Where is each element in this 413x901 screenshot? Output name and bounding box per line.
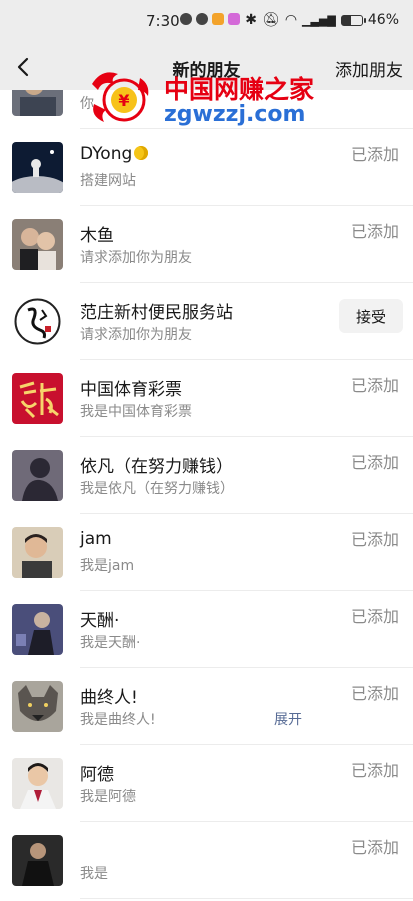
- friend-name: jam: [80, 529, 112, 549]
- avatar: [12, 373, 63, 424]
- app2-notification-icon: [228, 13, 240, 25]
- list-item[interactable]: jam 我是jam 已添加: [0, 514, 413, 591]
- avatar: [12, 604, 63, 655]
- divider: [80, 898, 413, 899]
- list-item[interactable]: 木鱼 请求添加你为朋友 已添加: [0, 206, 413, 283]
- friend-name: 天酬·: [80, 611, 120, 631]
- request-message: 我是jam: [80, 558, 135, 574]
- mute-icon: 🔕︎: [262, 12, 280, 28]
- friend-name: 依凡（在努力赚钱）: [80, 457, 233, 477]
- added-status: 已添加: [350, 145, 399, 164]
- avatar: [12, 296, 63, 347]
- added-status: 已添加: [350, 453, 399, 472]
- avatar: [12, 142, 63, 193]
- added-status: 已添加: [350, 684, 399, 703]
- list-item[interactable]: 天酬· 我是天酬· 已添加: [0, 591, 413, 668]
- expand-link[interactable]: 展开: [274, 709, 302, 729]
- request-message: 请求添加你为朋友: [80, 327, 192, 343]
- avatar: [12, 90, 63, 116]
- added-status: 已添加: [350, 530, 399, 549]
- accept-button[interactable]: 接受: [339, 299, 403, 333]
- list-item[interactable]: 你: [0, 90, 413, 129]
- added-status: 已添加: [350, 376, 399, 395]
- list-item[interactable]: 范庄新村便民服务站 请求添加你为朋友 接受: [0, 283, 413, 360]
- qq-notification-icon: [196, 13, 208, 25]
- request-message: 我是中国体育彩票: [80, 404, 192, 420]
- request-message: 我是阿德: [80, 789, 136, 805]
- status-time: 7:30: [146, 12, 180, 30]
- battery-icon: [340, 14, 366, 26]
- friend-name: 范庄新村便民服务站: [80, 303, 233, 323]
- request-message: 我是曲终人!: [80, 712, 156, 728]
- wifi-icon: ◠: [284, 12, 298, 28]
- friend-name: 中国体育彩票: [80, 380, 182, 400]
- list-item[interactable]: 中国体育彩票 我是中国体育彩票 已添加: [0, 360, 413, 437]
- status-right: ✱ 🔕︎ ◠ ▁▃▅▇ 46%: [245, 12, 399, 28]
- request-message: 我是: [80, 866, 108, 882]
- avatar: [12, 450, 63, 501]
- added-status: 已添加: [350, 222, 399, 241]
- request-message: 我是天酬·: [80, 635, 141, 651]
- list-item[interactable]: 我是 已添加: [0, 822, 413, 899]
- add-friend-button[interactable]: 添加朋友: [335, 56, 403, 81]
- notification-icons: [180, 13, 240, 25]
- friend-name: 木鱼: [80, 226, 114, 246]
- friend-name: 曲终人!: [80, 688, 138, 708]
- moon-emoji-icon: [134, 146, 149, 160]
- avatar: [12, 527, 63, 578]
- list-item[interactable]: 曲终人! 我是曲终人! 展开 已添加: [0, 668, 413, 745]
- request-message: 请求添加你为朋友: [80, 250, 192, 266]
- avatar: [12, 758, 63, 809]
- app-notification-icon: [212, 13, 224, 25]
- wechat-notification-icon: [180, 13, 192, 25]
- request-message: 搭建网站: [80, 173, 136, 189]
- avatar: [12, 681, 63, 732]
- avatar: [12, 219, 63, 270]
- avatar: [12, 835, 63, 886]
- request-message: 你: [80, 96, 94, 112]
- battery-fill: [341, 15, 352, 25]
- list-item[interactable]: DYong 搭建网站 已添加: [0, 129, 413, 206]
- status-bar: 7:30 ✱ 🔕︎ ◠ ▁▃▅▇ 46%: [0, 0, 413, 44]
- bluetooth-icon: ✱: [245, 12, 258, 28]
- nav-bar: 新的朋友 添加朋友: [0, 44, 413, 90]
- friend-request-list: 你 DYong 搭建网站 已添加 木鱼 请求添加你为朋友 已添加 范庄新村便民服…: [0, 90, 413, 899]
- added-status: 已添加: [350, 838, 399, 857]
- added-status: 已添加: [350, 761, 399, 780]
- friend-name: DYong: [80, 144, 149, 164]
- list-item[interactable]: 依凡（在努力赚钱） 我是依凡（在努力赚钱） 已添加: [0, 437, 413, 514]
- friend-name: 阿德: [80, 765, 114, 785]
- added-status: 已添加: [350, 607, 399, 626]
- list-item[interactable]: 阿德 我是阿德 已添加: [0, 745, 413, 822]
- request-message: 我是依凡（在努力赚钱）: [80, 481, 234, 497]
- signal-icon: ▁▃▅▇: [302, 13, 336, 27]
- battery-percent: 46%: [367, 12, 399, 28]
